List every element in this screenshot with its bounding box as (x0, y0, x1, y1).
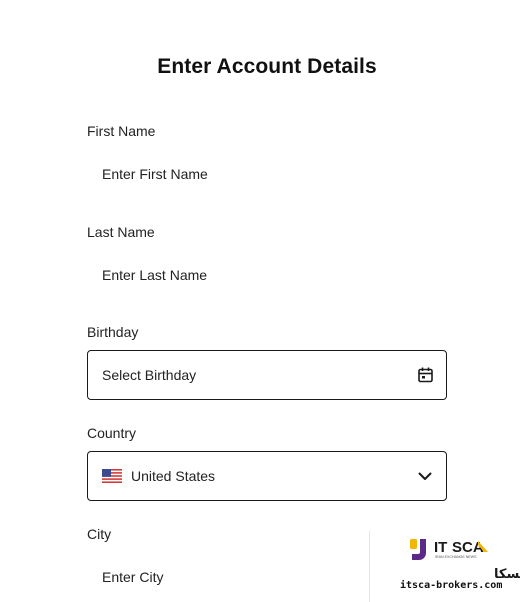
itsca-watermark: IT SCA IRAN EXCHANGE NEWS وبسایت ایتسکا … (369, 531, 521, 602)
svg-text:IRAN EXCHANGE NEWS: IRAN EXCHANGE NEWS (435, 555, 477, 559)
birthday-label: Birthday (87, 324, 139, 340)
first-name-field[interactable] (87, 149, 447, 199)
first-name-label: First Name (87, 123, 156, 139)
last-name-label: Last Name (87, 224, 155, 240)
chevron-down-icon[interactable] (417, 468, 433, 484)
calendar-icon[interactable] (417, 367, 433, 383)
country-label: Country (87, 425, 137, 441)
first-name-input[interactable] (102, 166, 402, 182)
svg-text:SCA: SCA (452, 539, 484, 556)
account-details-page: Enter Account Details First Name Last Na… (0, 0, 521, 602)
birthday-placeholder: Select Birthday (102, 367, 197, 383)
country-selected-value: United States (131, 468, 216, 484)
page-title: Enter Account Details (157, 55, 377, 78)
last-name-field[interactable] (87, 250, 447, 300)
watermark-domain: itsca-brokers.com (400, 580, 503, 591)
svg-text:IT: IT (434, 539, 447, 556)
country-select[interactable]: United States (87, 451, 447, 501)
us-flag-icon (102, 469, 122, 483)
city-label: City (87, 526, 112, 542)
birthday-picker[interactable]: Select Birthday (87, 350, 447, 400)
last-name-input[interactable] (102, 267, 402, 283)
city-input[interactable] (102, 569, 402, 585)
